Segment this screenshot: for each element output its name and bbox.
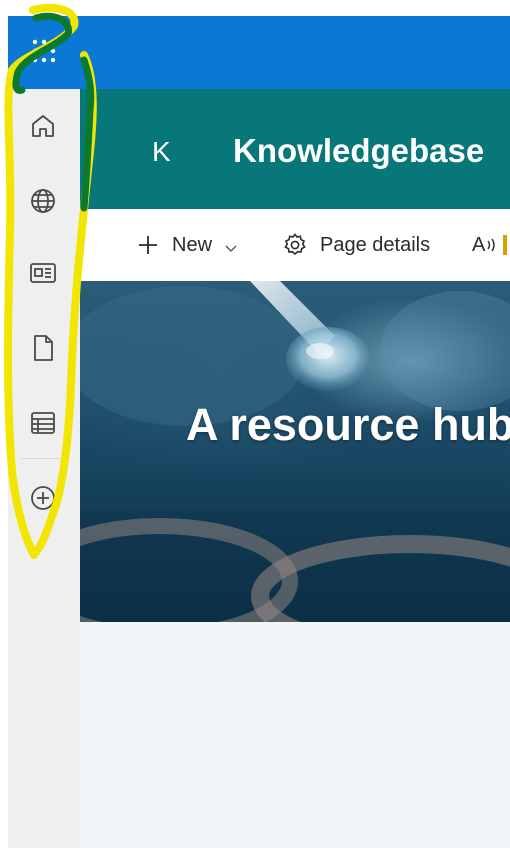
globe-icon[interactable] [27,185,59,217]
hero-title: A resource hub [186,399,510,450]
site-logo[interactable]: K [152,134,176,170]
chevron-down-icon [224,238,238,252]
document-icon[interactable] [27,332,59,364]
site-title[interactable]: Knowledgebase [233,130,484,172]
page-body [80,622,510,848]
immersive-reader-label: A [472,233,486,256]
news-icon[interactable] [27,257,59,289]
suite-bar [8,16,510,89]
page-details-button[interactable]: Page details [282,228,430,262]
gear-icon [282,232,308,258]
sound-waves-icon [486,236,500,254]
add-circle-icon[interactable] [27,482,59,514]
overflow-mark [503,235,508,255]
app-bar-divider [22,458,66,459]
new-label: New [172,233,213,256]
app-launcher-icon[interactable] [31,38,57,64]
page-details-label: Page details [320,233,431,256]
hero-banner: A resource hub [80,281,510,622]
list-icon[interactable] [27,407,59,439]
immersive-reader-button[interactable]: A [472,228,510,262]
home-icon[interactable] [27,110,59,142]
new-button[interactable]: New [136,228,238,262]
plus-icon [136,233,160,257]
